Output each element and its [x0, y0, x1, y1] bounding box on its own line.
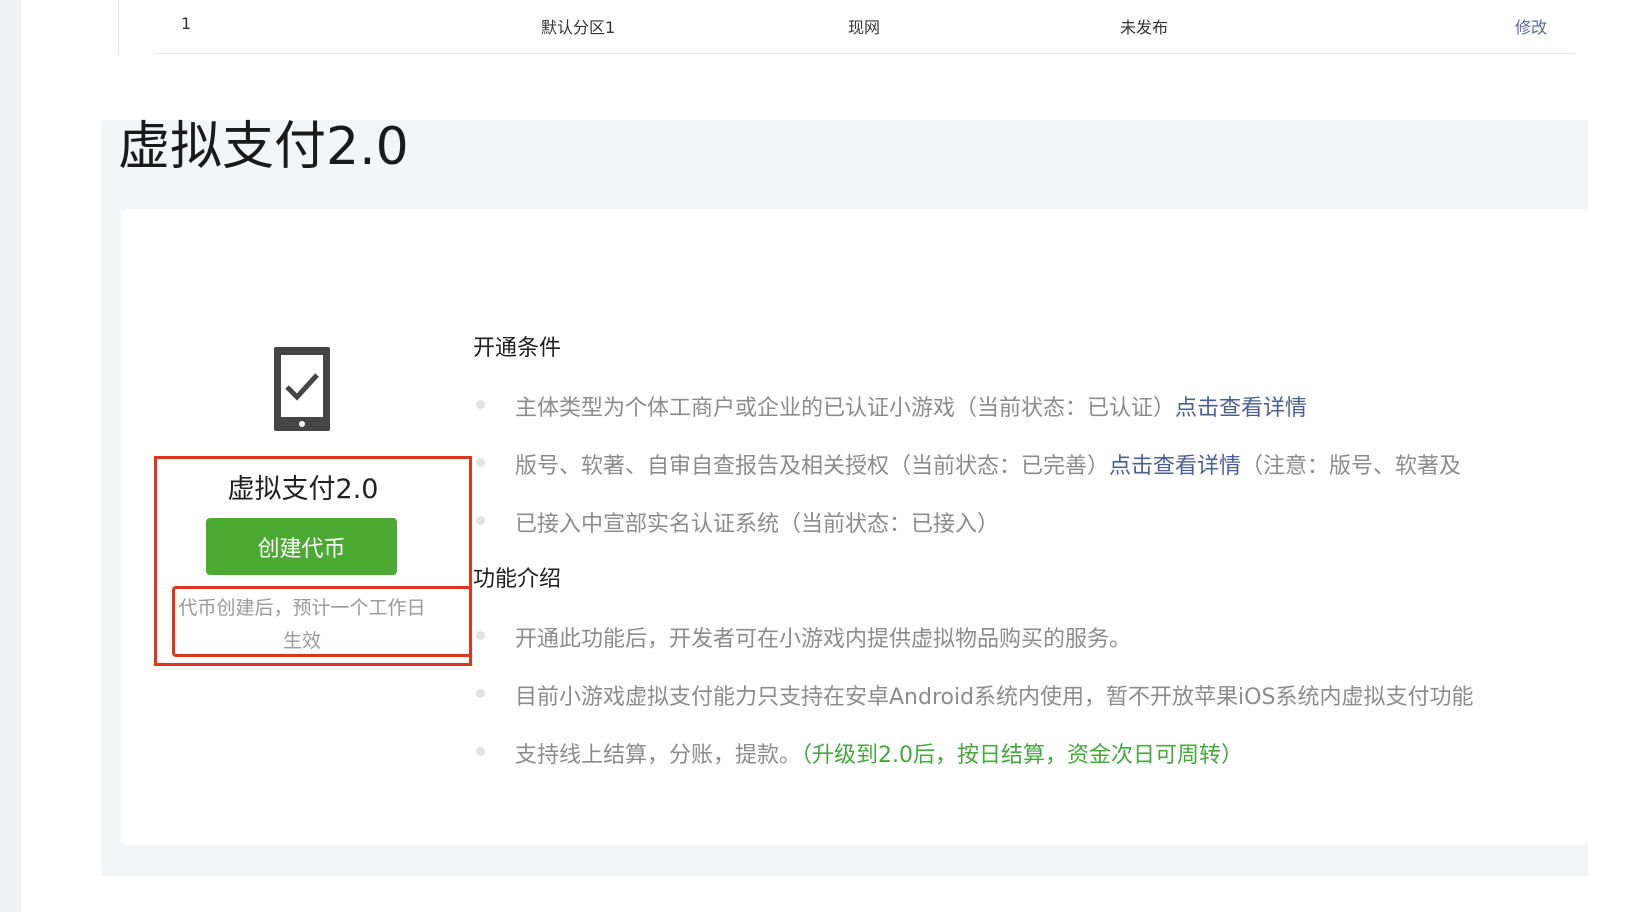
bullet-dot — [476, 631, 485, 640]
features-heading: 功能介绍 — [473, 567, 562, 592]
bullet-dot — [476, 689, 485, 698]
conditions-heading: 开通条件 — [473, 336, 562, 361]
row-status: 未发布 — [1120, 18, 1169, 37]
feature-text: 目前小游戏虚拟支付能力只支持在安卓Android系统内使用，暂不开放苹果iOS系… — [515, 685, 1474, 710]
bullet-dot — [476, 400, 485, 409]
row-environment: 现网 — [848, 18, 881, 37]
left-margin-strip — [0, 0, 21, 912]
row-partition: 默认分区1 — [541, 18, 616, 37]
condition-text: 版号、软著、自审自查报告及相关授权（当前状态：已完善） — [515, 454, 1110, 479]
condition-text: 主体类型为个体工商户或企业的已认证小游戏（当前状态：已认证） — [515, 396, 1176, 421]
section-title: 虚拟支付2.0 — [118, 117, 409, 177]
feature-text: 支持线上结算，分账，提款。 — [515, 743, 802, 768]
table-row: 1 默认分区1 现网 未发布 修改 — [118, 0, 1575, 55]
bullet-dot — [476, 747, 485, 756]
bullet-dot — [476, 516, 485, 525]
condition-note: （注意：版号、软著及 — [1241, 454, 1462, 479]
view-details-link[interactable]: 点击查看详情 — [1175, 396, 1307, 421]
row-index: 1 — [181, 14, 192, 33]
edit-link[interactable]: 修改 — [1515, 14, 1547, 38]
table-border — [118, 0, 119, 55]
feature-text: 开通此功能后，开发者可在小游戏内提供虚拟物品购买的服务。 — [515, 627, 1132, 652]
settlement-highlight: （升级到2.0后，按日结算，资金次日可周转） — [801, 743, 1244, 768]
bullet-dot — [476, 458, 485, 467]
condition-text: 已接入中宣部实名认证系统（当前状态：已接入） — [515, 512, 1000, 537]
table-divider — [155, 53, 1575, 54]
view-details-link[interactable]: 点击查看详情 — [1109, 454, 1241, 479]
phone-check-icon — [274, 347, 330, 431]
annotation-box-inner — [172, 586, 472, 657]
